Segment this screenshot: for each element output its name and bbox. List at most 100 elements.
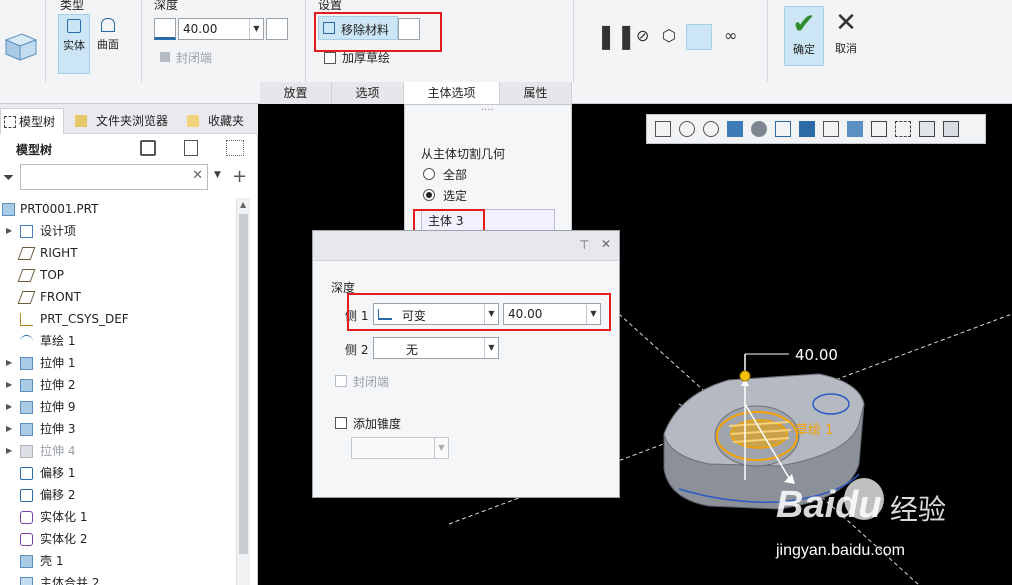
display-style-icon[interactable]	[775, 121, 791, 137]
side2-type-select[interactable]: 无 ▼	[373, 337, 499, 359]
scroll-up-icon[interactable]: ▲	[240, 200, 246, 209]
depth-value-field[interactable]: 40.00 ▼	[178, 18, 264, 40]
surface-button[interactable]: 曲面	[92, 14, 124, 74]
dimension-label[interactable]: 40.00	[795, 346, 838, 364]
tab-folder-browser[interactable]: 文件夹浏览器	[72, 108, 180, 134]
tree-search-input[interactable]: ✕	[20, 164, 208, 190]
tab-options[interactable]: 选项	[332, 82, 404, 104]
search-options-icon[interactable]: ▼	[214, 170, 221, 180]
ok-label: 确定	[793, 43, 815, 56]
tree-item-extrude-9[interactable]: ▶ 拉伸 9	[0, 396, 250, 418]
tree-item-label: 壳 1	[40, 554, 64, 568]
cancel-button[interactable]: ✕ 取消	[826, 6, 866, 66]
filter-tree-icon[interactable]	[226, 140, 244, 156]
tree-item-part[interactable]: PRT0001.PRT	[0, 198, 250, 220]
perspective-icon[interactable]	[847, 121, 863, 137]
tree-item-right[interactable]: RIGHT	[0, 242, 250, 264]
section-icon[interactable]	[871, 121, 887, 137]
tree-scrollbar[interactable]: ▲	[236, 198, 250, 585]
tree-item-label: PRT_CSYS_DEF	[40, 312, 129, 326]
view-manager-icon[interactable]	[823, 121, 839, 137]
offset-icon	[20, 489, 33, 502]
depth-dropdown-arrow-icon[interactable]: ▼	[249, 19, 263, 39]
tree-item-csys[interactable]: PRT_CSYS_DEF	[0, 308, 250, 330]
tree-item-label: TOP	[40, 268, 65, 282]
spin-center-icon[interactable]	[943, 121, 959, 137]
tree-item-label: 草绘 1	[40, 334, 76, 348]
zoom-in-icon[interactable]	[679, 121, 695, 137]
dialog-header[interactable]: ⊤ ✕	[313, 231, 619, 261]
tree-item-label: 偏移 1	[40, 466, 76, 480]
refit-icon[interactable]	[655, 121, 671, 137]
solid-icon	[67, 19, 81, 33]
saved-views-icon[interactable]	[799, 121, 815, 137]
taper-angle-field[interactable]: ▼	[351, 437, 449, 459]
tree-item-extrude-1[interactable]: ▶ 拉伸 1	[0, 352, 250, 374]
side2-type-arrow-icon[interactable]: ▼	[484, 338, 498, 358]
tree-item-offset-1[interactable]: 偏移 1	[0, 462, 250, 484]
scrollbar-thumb[interactable]	[239, 214, 248, 554]
model-tree-icon	[4, 116, 16, 128]
funnel-icon[interactable]: ⏷	[3, 170, 14, 186]
solid-button[interactable]: 实体	[58, 14, 90, 74]
datum-display-icon[interactable]	[919, 121, 935, 137]
pin-icon[interactable]: ⊤	[579, 238, 589, 252]
tree-item-extrude-3[interactable]: ▶ 拉伸 3	[0, 418, 250, 440]
taper-angle-arrow-icon[interactable]: ▼	[434, 438, 448, 458]
expand-icon[interactable]: ▶	[6, 440, 12, 462]
settings-icon[interactable]	[140, 140, 156, 156]
annotation-display-icon[interactable]	[895, 121, 911, 137]
tree-item-solidify-1[interactable]: 实体化 1	[0, 506, 250, 528]
glasses-icon[interactable]: ∞	[724, 26, 737, 45]
tab-properties[interactable]: 属性	[500, 82, 572, 104]
cap-ends-checkbox[interactable]	[335, 375, 347, 387]
selected-bodies-radio[interactable]	[423, 189, 435, 201]
tab-favorites[interactable]: 收藏夹	[184, 108, 256, 134]
panel-grip-icon[interactable]: ····	[481, 105, 494, 116]
close-dialog-icon[interactable]: ✕	[601, 237, 611, 251]
show-icon[interactable]	[184, 140, 198, 156]
cancel-label: 取消	[835, 42, 857, 55]
expand-icon[interactable]: ▶	[6, 396, 12, 418]
depth-type-icon[interactable]	[154, 18, 176, 40]
tree-item-label: 实体化 1	[40, 510, 88, 524]
tree-item-design-items[interactable]: ▶ 设计项	[0, 220, 250, 242]
zoom-out-icon[interactable]	[703, 121, 719, 137]
settings-group: 设置 移除材料 加厚草绘	[306, 0, 574, 82]
tab-model-tree[interactable]: 模型树	[0, 108, 64, 134]
expand-icon[interactable]: ▶	[6, 220, 12, 242]
tree-item-solidify-2[interactable]: 实体化 2	[0, 528, 250, 550]
render-icon[interactable]	[751, 121, 767, 137]
pause-icon[interactable]: ❚❚	[596, 22, 636, 50]
tree-item-top[interactable]: TOP	[0, 264, 250, 286]
tab-body-options[interactable]: 主体选项	[404, 82, 500, 104]
all-bodies-radio[interactable]	[423, 168, 435, 180]
expand-icon[interactable]: ▶	[6, 374, 12, 396]
verify-icon[interactable]	[686, 24, 712, 50]
tab-placement[interactable]: 放置	[260, 82, 332, 104]
tree-item-shell-1[interactable]: 壳 1	[0, 550, 250, 572]
tree-item-body-merge-2[interactable]: 主体合并 2	[0, 572, 250, 585]
thicken-sketch-checkbox[interactable]	[324, 52, 336, 64]
no-preview-icon[interactable]: ⊘	[636, 26, 649, 45]
repaint-icon[interactable]	[727, 121, 743, 137]
flip-direction-icon[interactable]	[266, 18, 288, 40]
surface-icon	[101, 18, 115, 32]
tree-item-extrude-4[interactable]: ▶ 拉伸 4	[0, 440, 250, 462]
tree-item-offset-2[interactable]: 偏移 2	[0, 484, 250, 506]
solid-label: 实体	[63, 39, 85, 52]
feature-preview-icon[interactable]: ⬡	[662, 26, 676, 45]
add-icon[interactable]: +	[232, 166, 247, 187]
close-icon: ✕	[835, 8, 857, 38]
type-group: 类型 实体 曲面	[46, 0, 142, 82]
tree-item-extrude-2[interactable]: ▶ 拉伸 2	[0, 374, 250, 396]
expand-icon[interactable]: ▶	[6, 352, 12, 374]
tree-item-sketch-1[interactable]: 草绘 1	[0, 330, 250, 352]
depth-group-title: 深度	[154, 0, 179, 12]
watermark-brand-cn: 经验	[890, 493, 947, 526]
expand-icon[interactable]: ▶	[6, 418, 12, 440]
clear-icon[interactable]: ✕	[192, 168, 203, 183]
ok-button[interactable]: ✔ 确定	[784, 6, 824, 66]
add-taper-checkbox[interactable]	[335, 417, 347, 429]
tree-item-front[interactable]: FRONT	[0, 286, 250, 308]
